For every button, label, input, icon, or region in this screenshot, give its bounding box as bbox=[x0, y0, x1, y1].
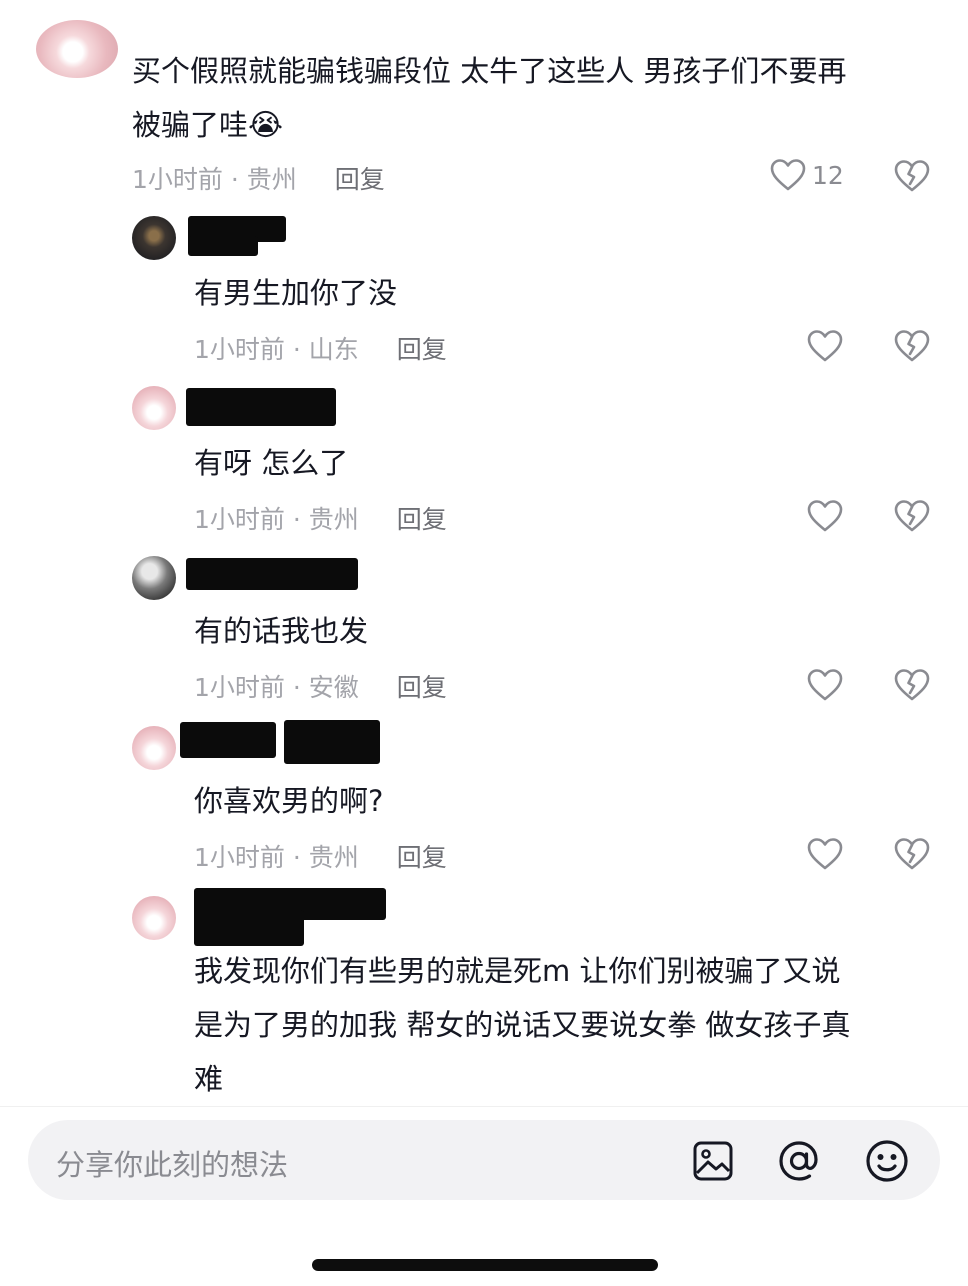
redacted-username bbox=[186, 558, 358, 590]
image-button[interactable] bbox=[690, 1138, 736, 1184]
avatar[interactable] bbox=[132, 386, 176, 430]
reply-text: 有男生加你了没 bbox=[194, 276, 398, 310]
dislike-button[interactable] bbox=[893, 328, 931, 364]
avatar[interactable] bbox=[132, 556, 176, 600]
at-icon bbox=[779, 1141, 818, 1181]
emoji-button[interactable] bbox=[864, 1138, 910, 1184]
reply-text: 你喜欢男的啊? bbox=[194, 784, 384, 818]
like-button[interactable] bbox=[806, 836, 844, 872]
reply-time: 1小时前 · 山东 bbox=[194, 335, 359, 364]
divider bbox=[0, 1106, 968, 1107]
reply-time: 1小时前 · 安徽 bbox=[194, 673, 359, 702]
reply-text: 有呀 怎么了 bbox=[194, 446, 349, 480]
broken-heart-icon bbox=[894, 330, 930, 362]
comment-time: 1小时前 · 贵州 bbox=[132, 165, 297, 194]
redacted-username bbox=[284, 720, 380, 764]
reply-text: 有的话我也发 bbox=[194, 614, 369, 648]
reply-meta: 1小时前 · 贵州 回复 bbox=[194, 500, 447, 536]
dislike-button[interactable] bbox=[893, 158, 931, 194]
redacted-username bbox=[186, 388, 336, 426]
reply-time: 1小时前 · 贵州 bbox=[194, 505, 359, 534]
dislike-button[interactable] bbox=[893, 836, 931, 872]
image-icon bbox=[693, 1141, 733, 1181]
mention-button[interactable] bbox=[776, 1138, 822, 1184]
reply-meta: 1小时前 · 山东 回复 bbox=[194, 330, 447, 366]
comment-input-placeholder: 分享你此刻的想法 bbox=[56, 1148, 289, 1182]
reply-text-line2: 是为了男的加我 帮女的说话又要说女拳 做女孩子真 bbox=[194, 1008, 851, 1042]
comment-meta: 1小时前 · 贵州 回复 bbox=[132, 160, 385, 196]
broken-heart-icon bbox=[894, 838, 930, 870]
heart-icon bbox=[807, 838, 843, 870]
reply-button[interactable]: 回复 bbox=[397, 500, 447, 536]
comment-text-line2-words: 被骗了哇 bbox=[132, 108, 249, 142]
comment-input[interactable]: 分享你此刻的想法 bbox=[28, 1120, 940, 1200]
reply-button[interactable]: 回复 bbox=[397, 838, 447, 874]
reply-meta: 1小时前 · 安徽 回复 bbox=[194, 668, 447, 704]
like-button[interactable] bbox=[806, 328, 844, 364]
redacted-username bbox=[180, 722, 276, 758]
avatar[interactable] bbox=[132, 216, 176, 260]
reply-button[interactable]: 回复 bbox=[397, 668, 447, 704]
like-button[interactable]: 12 bbox=[770, 158, 844, 192]
heart-icon bbox=[770, 159, 806, 191]
like-count: 12 bbox=[812, 160, 844, 190]
heart-icon bbox=[807, 500, 843, 532]
redacted-username bbox=[188, 236, 258, 256]
home-indicator[interactable] bbox=[312, 1259, 658, 1271]
heart-icon bbox=[807, 330, 843, 362]
reply-time: 1小时前 · 贵州 bbox=[194, 843, 359, 872]
reply-button[interactable]: 回复 bbox=[335, 160, 385, 196]
crying-emoji: 😭 bbox=[248, 108, 284, 143]
smiley-icon bbox=[866, 1140, 908, 1182]
avatar[interactable] bbox=[132, 726, 176, 770]
comment-text-line1: 买个假照就能骗钱骗段位 太牛了这些人 男孩子们不要再 bbox=[132, 54, 847, 88]
reply-button[interactable]: 回复 bbox=[397, 330, 447, 366]
reply-text-line3: 难 bbox=[194, 1062, 224, 1096]
redacted-username bbox=[194, 910, 304, 946]
dislike-button[interactable] bbox=[893, 498, 931, 534]
avatar[interactable] bbox=[132, 896, 176, 940]
dislike-button[interactable] bbox=[893, 667, 931, 703]
reply-text-line1: 我发现你们有些男的就是死m 让你们别被骗了又说 bbox=[194, 954, 841, 988]
broken-heart-icon bbox=[894, 500, 930, 532]
avatar[interactable] bbox=[36, 20, 118, 78]
broken-heart-icon bbox=[894, 669, 930, 701]
heart-icon bbox=[807, 669, 843, 701]
comment-text-line2: 被骗了哇😭 bbox=[132, 98, 283, 153]
like-button[interactable] bbox=[806, 498, 844, 534]
broken-heart-icon bbox=[894, 160, 930, 192]
reply-meta: 1小时前 · 贵州 回复 bbox=[194, 838, 447, 874]
like-button[interactable] bbox=[806, 667, 844, 703]
